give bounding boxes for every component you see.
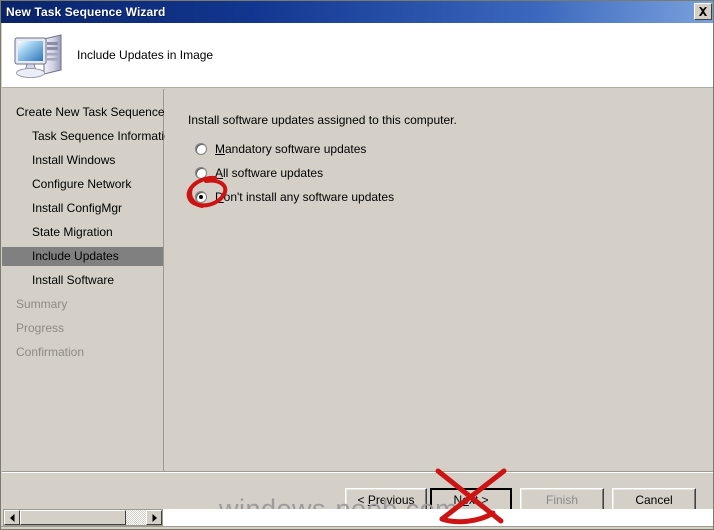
horizontal-scrollbar[interactable]: [3, 509, 163, 526]
sidebar-item-label: Progress: [16, 321, 65, 335]
scrollbar-track[interactable]: [20, 510, 146, 525]
radio-label: All software updates: [215, 166, 324, 180]
title-bar: New Task Sequence Wizard: [1, 1, 713, 23]
radio-option-dont-install-any-software-updates[interactable]: Don't install any software updates: [195, 185, 675, 209]
triangle-left-icon: [9, 513, 14, 522]
header-band: Include Updates in Image: [2, 23, 713, 88]
finish-button-label: Finish: [545, 493, 579, 507]
scrollbar-thumb[interactable]: [20, 510, 126, 525]
sidebar-item-summary[interactable]: Summary: [2, 295, 163, 314]
sidebar-item-install-windows[interactable]: Install Windows: [2, 151, 163, 170]
wizard-window: New Task Sequence Wizard Include Updates…: [0, 0, 714, 530]
sidebar-item-confirmation[interactable]: Confirmation: [2, 343, 163, 362]
sidebar-item-install-software[interactable]: Install Software: [2, 271, 163, 290]
radio-option-mandatory-software-updates[interactable]: Mandatory software updates: [195, 137, 675, 161]
sidebar-item-include-updates[interactable]: Include Updates: [2, 247, 163, 266]
window-bottom-edge: [1, 526, 713, 529]
wizard-body: Create New Task Sequence Task Sequence I…: [2, 89, 713, 471]
radio-label: Don't install any software updates: [215, 190, 395, 204]
window-bottom-filler: [163, 509, 713, 526]
software-updates-radio-group: Mandatory software updates All software …: [195, 137, 675, 209]
computer-monitor-icon: [14, 34, 62, 78]
sidebar-item-label: Create New Task Sequence: [16, 105, 165, 119]
close-x-icon: [699, 7, 707, 16]
content-pane: Install software updates assigned to thi…: [165, 89, 713, 471]
cancel-button-label: Cancel: [635, 493, 673, 507]
previous-button-label: < Previous: [357, 493, 415, 507]
sidebar-item-label: Configure Network: [32, 177, 132, 191]
radio-label: Mandatory software updates: [215, 142, 367, 156]
sidebar-item-label: Install Software: [32, 273, 115, 287]
close-button[interactable]: [694, 3, 712, 20]
footer-separator: [2, 471, 713, 473]
sidebar-item-label: Summary: [16, 297, 68, 311]
sidebar-item-configure-network[interactable]: Configure Network: [2, 175, 163, 194]
triangle-right-icon: [152, 513, 157, 522]
next-button-label: Next >: [453, 493, 489, 507]
radio-indicator: [195, 143, 207, 155]
window-title: New Task Sequence Wizard: [6, 5, 166, 19]
sidebar-item-label: Confirmation: [16, 345, 85, 359]
wizard-step-nav: Create New Task Sequence Task Sequence I…: [2, 89, 177, 471]
instruction-text: Install software updates assigned to thi…: [188, 113, 457, 127]
sidebar-item-label: Task Sequence Information: [32, 129, 178, 143]
sidebar-item-task-sequence-information[interactable]: Task Sequence Information: [2, 127, 177, 146]
radio-indicator: [195, 167, 207, 179]
sidebar-item-progress[interactable]: Progress: [2, 319, 163, 338]
radio-option-all-software-updates[interactable]: All software updates: [195, 161, 675, 185]
sidebar-item-create-new-task-sequence[interactable]: Create New Task Sequence: [2, 103, 165, 122]
radio-indicator-selected: [195, 191, 207, 203]
sidebar-item-label: Install Windows: [32, 153, 116, 167]
sidebar-item-label: Include Updates: [32, 249, 119, 263]
sidebar-item-install-configmgr[interactable]: Install ConfigMgr: [2, 199, 163, 218]
sidebar-item-state-migration[interactable]: State Migration: [2, 223, 163, 242]
page-title: Include Updates in Image: [77, 48, 214, 62]
sidebar-item-label: State Migration: [32, 225, 113, 239]
scroll-right-button[interactable]: [146, 510, 162, 525]
scroll-left-button[interactable]: [4, 510, 20, 525]
sidebar-item-label: Install ConfigMgr: [32, 201, 123, 215]
